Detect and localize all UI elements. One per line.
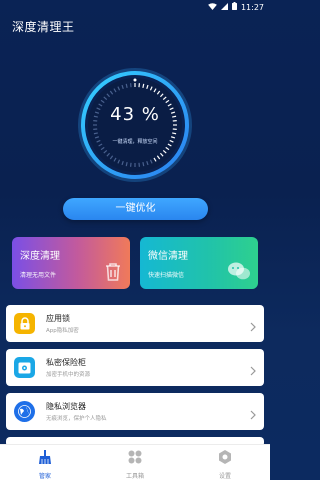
gauge-tick — [125, 83, 128, 88]
nav-tab-settings[interactable]: 设置 — [180, 445, 270, 480]
signal-icon — [220, 2, 228, 12]
trash-icon — [104, 262, 122, 286]
gauge-ring — [78, 68, 192, 182]
safe-box-icon — [14, 357, 35, 378]
nav-tab-manager[interactable]: 管家 — [0, 445, 90, 480]
lock-icon — [14, 313, 35, 334]
chevron-right-icon — [250, 361, 256, 380]
nav-label: 管家 — [38, 473, 51, 480]
grid-icon — [128, 449, 142, 468]
gauge-subtitle: 一键清理，释放空间 — [112, 139, 158, 145]
bottom-navigation: 管家 工具箱 设置 — [0, 444, 270, 480]
wifi-icon — [208, 2, 217, 12]
globe-icon — [14, 401, 35, 422]
one-key-optimize-button[interactable]: 一键优化 — [63, 198, 208, 220]
gear-icon — [218, 449, 232, 468]
gauge-inner-disc — [88, 78, 182, 172]
deep-clean-title: 深度清理 — [20, 251, 60, 262]
app-title: 深度清理王 — [12, 20, 75, 34]
app-lock-title: 应用锁 — [46, 314, 70, 323]
status-bar: 11:27 — [0, 0, 270, 14]
private-browser-title: 隐私浏览器 — [46, 402, 86, 411]
app-lock-subtitle: App隐私加密 — [46, 328, 79, 334]
storage-gauge[interactable]: 43 % 一键清理，释放空间 — [78, 68, 192, 182]
private-browser-subtitle: 无痕浏览，保护个人隐私 — [46, 416, 107, 422]
chevron-right-icon — [250, 317, 256, 336]
private-safe-title: 私密保险柜 — [46, 358, 86, 367]
gauge-tick — [93, 132, 98, 135]
gauge-tick — [172, 132, 177, 135]
wechat-clean-title: 微信清理 — [148, 251, 188, 262]
nav-label: 工具箱 — [125, 473, 144, 480]
battery-icon — [231, 2, 237, 12]
gauge-tick — [142, 83, 145, 88]
gauge-tick — [125, 162, 128, 167]
deep-clean-card[interactable]: 深度清理 清理无用文件 — [12, 237, 130, 289]
wechat-icon — [228, 262, 250, 284]
list-item-private-safe[interactable]: 私密保险柜 加密手机中的资源 — [6, 349, 264, 386]
list-item-private-browser[interactable]: 隐私浏览器 无痕浏览，保护个人隐私 — [6, 393, 264, 430]
wechat-clean-card[interactable]: 微信清理 快速扫描微信 — [140, 237, 258, 289]
chevron-right-icon — [250, 405, 256, 424]
private-safe-subtitle: 加密手机中的资源 — [46, 372, 91, 378]
clock-time: 11:27 — [240, 2, 264, 12]
nav-label: 设置 — [218, 473, 231, 480]
broom-icon — [38, 449, 52, 468]
gauge-percent: 43 % — [110, 104, 160, 125]
nav-tab-toolbox[interactable]: 工具箱 — [90, 445, 180, 480]
list-item-app-lock[interactable]: 应用锁 App隐私加密 — [6, 305, 264, 342]
gauge-tick — [142, 162, 145, 167]
gauge-indicator-dot — [133, 78, 137, 82]
